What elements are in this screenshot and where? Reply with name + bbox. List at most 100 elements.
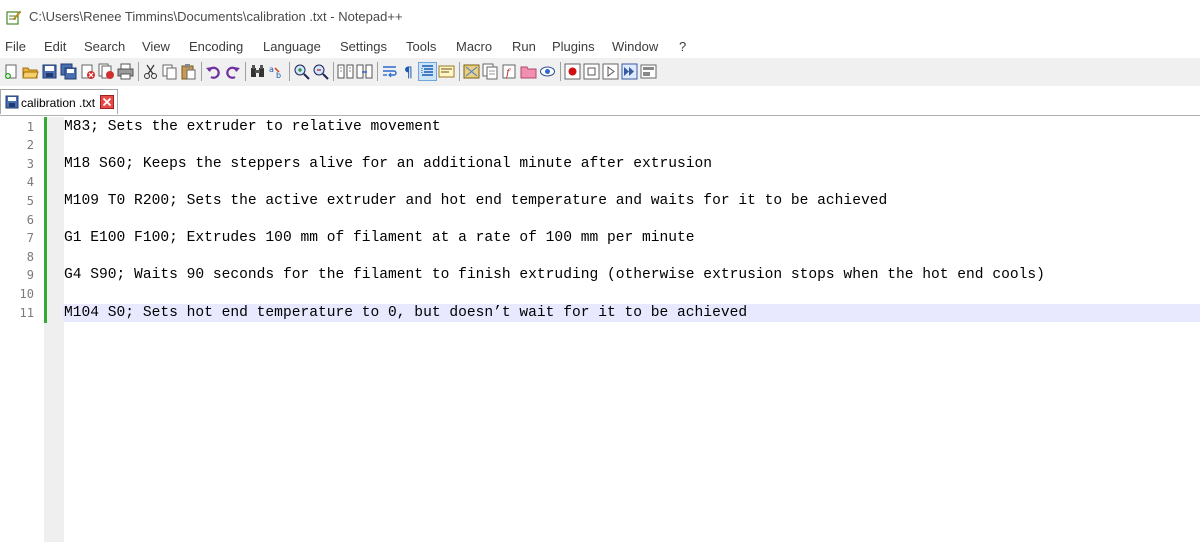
close-icon[interactable] bbox=[79, 63, 96, 80]
replace-icon[interactable]: ab bbox=[268, 63, 285, 80]
cut-icon[interactable] bbox=[142, 63, 159, 80]
run-macro-multiple-icon[interactable] bbox=[621, 63, 638, 80]
menu-search[interactable]: Search bbox=[84, 39, 125, 54]
code-line[interactable]: M109 T0 R200; Sets the active extruder a… bbox=[63, 192, 1200, 211]
close-all-icon[interactable] bbox=[98, 63, 115, 80]
indent-guide-icon[interactable] bbox=[418, 62, 437, 81]
line-number: 11 bbox=[19, 305, 34, 320]
sync-vertical-icon[interactable] bbox=[337, 63, 354, 80]
new-file-icon[interactable] bbox=[3, 63, 20, 80]
window-title: C:\Users\Renee Timmins\Documents\calibra… bbox=[29, 9, 403, 24]
menu-window[interactable]: Window bbox=[612, 39, 658, 54]
word-wrap-icon[interactable] bbox=[381, 63, 398, 80]
tab-divider bbox=[0, 115, 1200, 116]
sync-horizontal-icon[interactable] bbox=[356, 63, 373, 80]
line-number: 10 bbox=[19, 286, 34, 301]
toolbar-separator bbox=[459, 62, 460, 81]
line-number-gutter: 1 2 3 4 5 6 7 8 9 10 11 bbox=[0, 117, 44, 542]
change-history-bar bbox=[44, 117, 47, 323]
stop-recording-icon[interactable] bbox=[583, 63, 600, 80]
svg-text:a: a bbox=[269, 65, 274, 74]
toolbar: ab ¶ f bbox=[0, 58, 1200, 86]
code-line[interactable] bbox=[63, 136, 1200, 155]
code-line[interactable] bbox=[63, 211, 1200, 230]
tab-bar: calibration .txt bbox=[0, 89, 1200, 116]
menu-settings[interactable]: Settings bbox=[340, 39, 387, 54]
menu-view[interactable]: View bbox=[142, 39, 170, 54]
zoom-out-icon[interactable] bbox=[312, 63, 329, 80]
save-icon[interactable] bbox=[41, 63, 58, 80]
monitoring-icon[interactable] bbox=[539, 63, 556, 80]
menu-language[interactable]: Language bbox=[263, 39, 321, 54]
toolbar-separator bbox=[377, 62, 378, 81]
toolbar-separator bbox=[138, 62, 139, 81]
show-all-chars-icon[interactable]: ¶ bbox=[400, 63, 417, 80]
menu-file[interactable]: File bbox=[5, 39, 26, 54]
menu-encoding[interactable]: Encoding bbox=[189, 39, 243, 54]
save-all-icon[interactable] bbox=[60, 63, 77, 80]
tab-close-icon[interactable] bbox=[100, 95, 114, 109]
zoom-in-icon[interactable] bbox=[293, 63, 310, 80]
code-line[interactable]: G1 E100 F100; Extrudes 100 mm of filamen… bbox=[63, 229, 1200, 248]
document-map-icon[interactable] bbox=[463, 63, 480, 80]
menu-run[interactable]: Run bbox=[512, 39, 536, 54]
current-code-line[interactable]: M104 S0; Sets hot end temperature to 0, … bbox=[63, 303, 1200, 323]
user-defined-language-icon[interactable] bbox=[438, 63, 455, 80]
toolbar-separator bbox=[560, 62, 561, 81]
code-line-text: M83; Sets the extruder to relative movem… bbox=[64, 118, 441, 135]
open-file-icon[interactable] bbox=[22, 63, 39, 80]
line-number: 7 bbox=[26, 231, 34, 246]
line-number: 5 bbox=[26, 193, 34, 208]
menu-plugins[interactable]: Plugins bbox=[552, 39, 595, 54]
toolbar-separator bbox=[245, 62, 246, 81]
toolbar-separator bbox=[333, 62, 334, 81]
folder-icon[interactable] bbox=[520, 63, 537, 80]
function-list-icon[interactable] bbox=[482, 63, 499, 80]
line-number: 8 bbox=[26, 249, 34, 264]
undo-icon[interactable] bbox=[205, 63, 222, 80]
toolbar-separator bbox=[289, 62, 290, 81]
code-line[interactable] bbox=[63, 173, 1200, 192]
tab-label: calibration .txt bbox=[21, 96, 96, 110]
tab-calibration[interactable]: calibration .txt bbox=[0, 89, 118, 114]
line-number: 4 bbox=[26, 175, 34, 190]
line-number: 9 bbox=[26, 268, 34, 283]
toolbar-separator bbox=[201, 62, 202, 81]
record-macro-icon[interactable] bbox=[564, 63, 581, 80]
fold-margin[interactable] bbox=[44, 117, 64, 542]
editor-area[interactable]: 1 2 3 4 5 6 7 8 9 10 11 M83; Sets the extruder to … bbox=[0, 117, 1200, 542]
line-number: 2 bbox=[26, 138, 34, 153]
code-line[interactable] bbox=[63, 285, 1200, 304]
code-line[interactable]: M83; Sets the extruder to relative movem… bbox=[63, 118, 1200, 137]
line-number: 3 bbox=[26, 156, 34, 171]
redo-icon[interactable] bbox=[224, 63, 241, 80]
folder-as-workspace-icon[interactable]: f bbox=[501, 63, 518, 80]
print-icon[interactable] bbox=[117, 63, 134, 80]
code-line-text: G4 S90; Waits 90 seconds for the filamen… bbox=[64, 267, 1045, 284]
code-line-text: M104 S0; Sets hot end temperature to 0, … bbox=[64, 304, 748, 321]
copy-icon[interactable] bbox=[161, 63, 178, 80]
code-line[interactable] bbox=[63, 248, 1200, 267]
notepad-plus-icon bbox=[6, 10, 22, 25]
menu-macro[interactable]: Macro bbox=[456, 39, 492, 54]
code-line[interactable]: M18 S60; Keeps the steppers alive for an… bbox=[63, 155, 1200, 174]
menu-tools[interactable]: Tools bbox=[406, 39, 436, 54]
menu-bar: File Edit Search View Encoding Language … bbox=[0, 37, 1200, 58]
code-line-text: M18 S60; Keeps the steppers alive for an… bbox=[64, 155, 713, 172]
svg-text:¶: ¶ bbox=[404, 65, 413, 80]
menu-edit[interactable]: Edit bbox=[44, 39, 66, 54]
code-line[interactable]: G4 S90; Waits 90 seconds for the filamen… bbox=[63, 266, 1200, 285]
line-number: 1 bbox=[26, 119, 34, 134]
code-line-text: M109 T0 R200; Sets the active extruder a… bbox=[64, 192, 888, 209]
paste-icon[interactable] bbox=[180, 63, 197, 80]
play-macro-icon[interactable] bbox=[602, 63, 619, 80]
save-macro-icon[interactable] bbox=[640, 63, 657, 80]
title-bar: C:\Users\Renee Timmins\Documents\calibra… bbox=[0, 0, 1200, 36]
menu-help[interactable]: ? bbox=[679, 39, 686, 54]
find-icon[interactable] bbox=[249, 63, 266, 80]
